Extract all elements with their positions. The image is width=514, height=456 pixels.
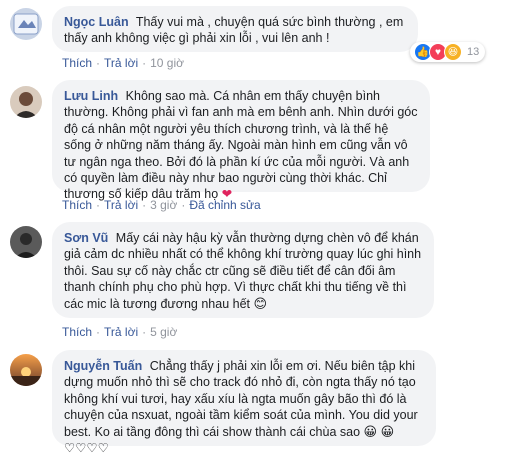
avatar[interactable] bbox=[10, 8, 42, 40]
comment-bubble: Nguyễn Tuấn Chẳng thấy j phải xin lỗi em… bbox=[52, 350, 436, 455]
comment-actions: Thích · Trả lời · 3 giờ · Đã chỉnh sửa bbox=[62, 198, 261, 212]
grin-emoji-icon: 😀 bbox=[363, 423, 378, 439]
avatar[interactable] bbox=[10, 226, 42, 258]
like-link[interactable]: Thích bbox=[62, 198, 92, 212]
smile-emoji-icon: 😊 bbox=[253, 295, 268, 311]
reply-link[interactable]: Trả lời bbox=[104, 56, 138, 70]
timestamp[interactable]: 10 giờ bbox=[150, 56, 184, 70]
hearts-text: ♡♡♡♡ bbox=[64, 441, 109, 456]
comment-bubble: Ngọc Luân Thấy vui mà , chuyện quá sức b… bbox=[52, 6, 418, 52]
reaction-count: 13 bbox=[467, 46, 480, 58]
avatar[interactable] bbox=[10, 354, 42, 386]
commenter-name[interactable]: Lưu Linh bbox=[64, 89, 118, 103]
like-link[interactable]: Thích bbox=[62, 325, 92, 339]
like-link[interactable]: Thích bbox=[62, 56, 92, 70]
edited-link[interactable]: Đã chỉnh sửa bbox=[189, 198, 260, 212]
reaction-summary[interactable]: 👍 ♥ 😆 13 bbox=[410, 42, 486, 62]
comment-actions: Thích · Trả lời · 10 giờ bbox=[62, 56, 184, 70]
avatar[interactable] bbox=[10, 86, 42, 118]
comment-actions: Thích · Trả lời · 5 giờ bbox=[62, 325, 178, 339]
commenter-name[interactable]: Sơn Vũ bbox=[64, 231, 108, 245]
timestamp[interactable]: 5 giờ bbox=[150, 325, 177, 339]
reply-link[interactable]: Trả lời bbox=[104, 198, 138, 212]
commenter-name[interactable]: Ngọc Luân bbox=[64, 15, 129, 29]
grin-emoji-icon: 😀 bbox=[380, 423, 395, 439]
timestamp[interactable]: 3 giờ bbox=[150, 198, 177, 212]
comment-text: Mấy cái này hậu kỳ vẫn thường dựng chèn … bbox=[64, 231, 422, 311]
reply-link[interactable]: Trả lời bbox=[104, 325, 138, 339]
comment-bubble: Sơn Vũ Mấy cái này hậu kỳ vẫn thường dựn… bbox=[52, 222, 434, 318]
comment-bubble: Lưu Linh Không sao mà. Cá nhân em thấy c… bbox=[52, 80, 430, 201]
haha-reaction-icon: 😆 bbox=[444, 43, 462, 61]
comment-text: Không sao mà. Cá nhân em thấy chuyện bìn… bbox=[64, 89, 418, 202]
commenter-name[interactable]: Nguyễn Tuấn bbox=[64, 359, 142, 373]
